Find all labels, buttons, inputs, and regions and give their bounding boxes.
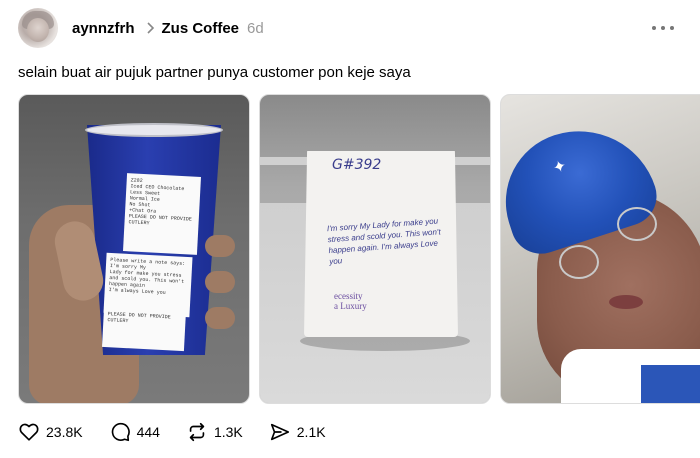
shirt (641, 365, 700, 403)
post-time: 6d (247, 19, 264, 37)
username[interactable]: aynnzfrh (72, 20, 135, 37)
share-icon (269, 421, 291, 443)
cup-label-order: Z282 Iced CEO Chocolate Less Sweet Normal … (123, 173, 201, 255)
post-image-selfie[interactable]: ✦ (500, 94, 700, 404)
post-header: aynnzfrh Zus Coffee 6d (18, 8, 682, 48)
finger (205, 307, 235, 329)
avatar[interactable] (18, 8, 58, 48)
reply-count: 444 (136, 424, 160, 440)
cup-rim (85, 123, 223, 137)
finger (205, 235, 235, 257)
bag-order-code: G#392 (332, 157, 382, 173)
repost-count: 1.3K (213, 424, 243, 440)
chevron-right-icon (144, 22, 156, 34)
finger (205, 271, 235, 293)
post-text: selain buat air pujuk partner punya cust… (18, 64, 411, 81)
mouth (609, 295, 643, 309)
bag-brand-text: ecessity a Luxury (334, 291, 367, 311)
community-name[interactable]: Zus Coffee (162, 20, 240, 37)
image-carousel[interactable]: Z282 Iced CEO Chocolate Less Sweet Normal … (18, 94, 700, 406)
bag-handwritten-note: I'm sorry My Lady for make you stress an… (326, 216, 441, 267)
post-image-cup[interactable]: Z282 Iced CEO Chocolate Less Sweet Normal … (18, 94, 250, 404)
like-button[interactable]: 23.8K (18, 421, 83, 443)
like-count: 23.8K (46, 424, 83, 440)
cup-label-cutlery: PLEASE DO NOT PROVIDE CUTLERY (102, 306, 186, 352)
comment-icon (109, 421, 131, 443)
glasses-right (617, 207, 657, 241)
action-bar: 23.8K 444 1.3K 2.1K (18, 420, 352, 444)
heart-icon (18, 421, 40, 443)
post-image-bag[interactable]: G#392 I'm sorry My Lady for make you str… (259, 94, 491, 404)
share-count: 2.1K (296, 424, 326, 440)
repost-button[interactable]: 1.3K (186, 421, 243, 443)
share-button[interactable]: 2.1K (269, 421, 326, 443)
avatar-face (27, 18, 49, 42)
reply-button[interactable]: 444 (109, 421, 160, 443)
glasses-left (559, 245, 599, 279)
more-icon[interactable] (652, 20, 674, 36)
repost-icon (186, 421, 208, 443)
